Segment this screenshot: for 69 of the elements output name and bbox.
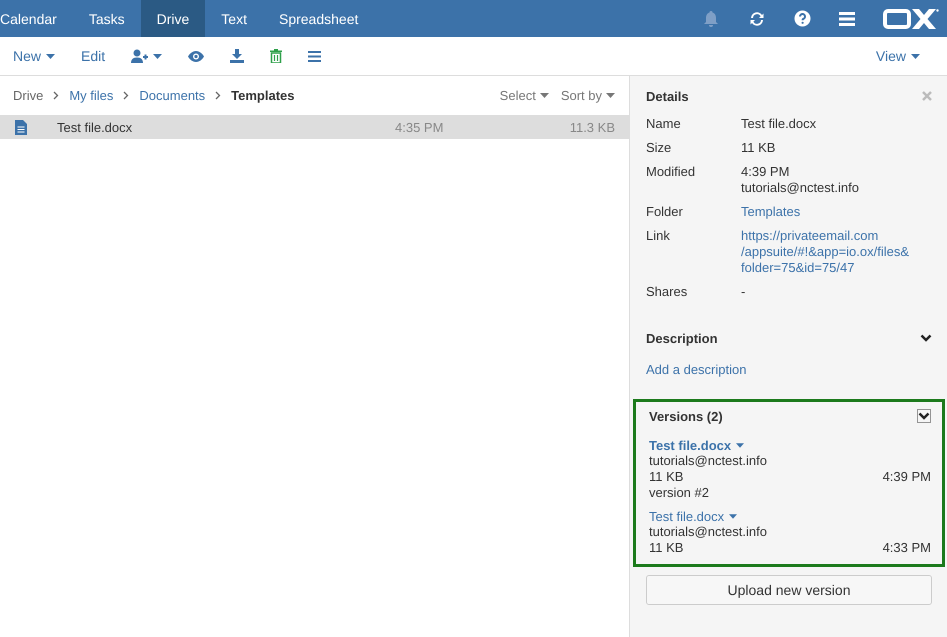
caret-icon <box>606 93 615 98</box>
detail-link[interactable]: folder=75&id=75/47 <box>741 260 910 276</box>
detail-label: Name <box>646 116 682 132</box>
section-title: Details <box>646 88 689 104</box>
section-title: Description <box>646 330 718 346</box>
file-name: Test file.docx <box>57 120 134 134</box>
view-menu-button[interactable]: View <box>862 41 933 71</box>
list-dropdown[interactable]: Sort by <box>560 88 615 103</box>
breadcrumb-current: Templates <box>231 88 294 103</box>
download-icon <box>230 49 244 63</box>
detail-link[interactable]: https://privateemail.com <box>741 228 910 244</box>
detail-value: 4:39 PM <box>741 164 790 180</box>
breadcrumb-link[interactable]: Documents <box>139 88 206 103</box>
file-size: 11.3 KB <box>568 120 615 134</box>
app-tab[interactable]: Calendar <box>0 0 73 37</box>
toolbar-button[interactable]: Edit <box>68 41 118 71</box>
chevron-icon <box>123 91 130 100</box>
chevron-icon <box>53 91 60 100</box>
upload-button[interactable]: Upload new version <box>646 575 932 605</box>
detail-value: - <box>741 284 746 300</box>
version-time: 4:33 PM <box>882 540 931 556</box>
chevron-icon <box>215 91 222 100</box>
app-tab[interactable]: Spreadsheet <box>262 0 374 37</box>
document-icon <box>15 120 27 134</box>
version-note: version #2 <box>649 485 710 501</box>
app-tab[interactable]: Drive <box>140 0 206 37</box>
menu-icon <box>308 50 322 62</box>
detail-label: Modified <box>646 164 696 181</box>
detail-value: tutorials@nctest.info <box>741 180 859 196</box>
detail-link[interactable]: /appsuite/#!&app=io.ox/files& <box>741 244 910 260</box>
trash-icon <box>270 49 282 63</box>
version-name-dropdown[interactable]: Test file.docx <box>649 438 744 453</box>
detail-label: Shares <box>646 284 688 300</box>
toolbar-button[interactable]: New <box>0 41 68 71</box>
version-time: 4:39 PM <box>882 469 931 485</box>
version-author: tutorials@nctest.info <box>649 524 768 540</box>
file-row[interactable]: Test file.docx 4:35 PM 11.3 KB <box>0 115 629 139</box>
menu-icon[interactable] <box>839 12 855 26</box>
caret-icon <box>153 54 162 58</box>
caret-icon <box>540 93 549 98</box>
caret-icon <box>46 54 56 58</box>
version-author: tutorials@nctest.info <box>649 453 768 469</box>
detail-value: Test file.docx <box>741 116 816 132</box>
detail-label: Size <box>646 140 672 156</box>
eye-icon <box>188 50 204 62</box>
version-name-dropdown[interactable]: Test file.docx <box>649 509 738 524</box>
app-tab[interactable]: Tasks <box>72 0 141 37</box>
chevron-down-icon[interactable] <box>917 409 931 423</box>
add-person-icon <box>131 49 148 63</box>
detail-value: 11 KB <box>741 140 776 156</box>
caret-icon <box>911 54 920 58</box>
version-size: 11 KB <box>649 469 684 485</box>
app-tab[interactable]: Text <box>205 0 263 37</box>
logo-icon <box>883 8 939 28</box>
detail-link[interactable]: Templates <box>741 204 800 220</box>
add-description-link[interactable]: Add a description <box>646 362 746 377</box>
breadcrumb-link[interactable]: My files <box>69 88 114 103</box>
breadcrumb-link[interactable]: Drive <box>13 88 44 103</box>
chevron-down-icon[interactable] <box>920 334 932 342</box>
help-icon[interactable] <box>794 10 811 27</box>
section-title: Versions (2) <box>649 408 723 424</box>
detail-label: Link <box>646 228 671 245</box>
caret-icon <box>736 443 744 448</box>
refresh-icon[interactable] <box>748 10 766 28</box>
file-time: 4:35 PM <box>395 120 444 134</box>
version-size: 11 KB <box>649 540 684 556</box>
detail-label: Folder <box>646 204 684 220</box>
list-dropdown[interactable]: Select <box>500 88 549 103</box>
caret-icon <box>729 514 738 519</box>
